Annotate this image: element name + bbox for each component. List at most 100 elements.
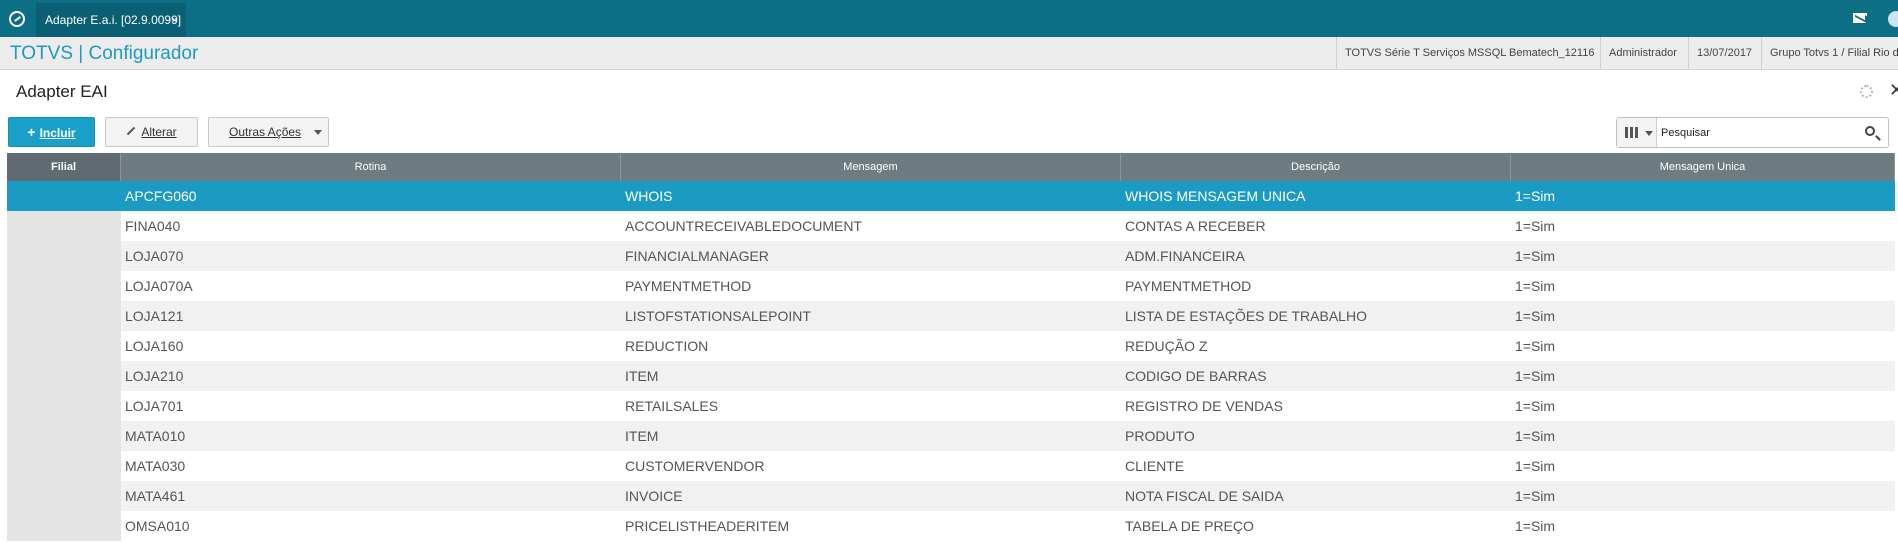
cell-mensagem-unica: 1=Sim: [1515, 278, 1556, 294]
cell-descricao: WHOIS MENSAGEM UNICA: [1125, 188, 1306, 204]
cell-filial: [7, 391, 121, 421]
incluir-label: Incluir: [39, 126, 76, 140]
cell-descricao: PRODUTO: [1125, 428, 1195, 444]
cell-filial: [7, 421, 121, 451]
cell-rotina: FINA040: [125, 218, 181, 234]
cell-mensagem-unica: 1=Sim: [1515, 488, 1556, 504]
cell-filial: [7, 481, 121, 511]
outras-acoes-button[interactable]: Outras Ações: [208, 117, 329, 147]
table-row[interactable]: LOJA121 LISTOFSTATIONSALEPOINT LISTA DE ES…: [7, 301, 1895, 331]
cell-descricao: REDUÇÃO Z: [1125, 338, 1208, 354]
cell-filial: [7, 271, 121, 301]
pencil-icon: [127, 126, 136, 136]
cell-filial: [7, 361, 121, 391]
cell-rotina: LOJA210: [125, 368, 184, 384]
cell-filial: [7, 301, 121, 331]
column-header-mensagem[interactable]: Mensagem: [621, 153, 1121, 181]
table-row[interactable]: LOJA701 RETAILSALES REGISTRO DE VENDAS 1=Si…: [7, 391, 1895, 421]
cell-mensagem-unica: 1=Sim: [1515, 188, 1556, 204]
table-row[interactable]: MATA010 ITEM PRODUTO 1=Sim: [7, 421, 1895, 451]
cell-filial: [7, 181, 121, 211]
incluir-button[interactable]: + Incluir: [8, 117, 95, 147]
cell-rotina: MATA010: [125, 428, 186, 444]
cell-rotina: LOJA070A: [125, 278, 193, 294]
cell-mensagem: LISTOFSTATIONSALEPOINT: [625, 308, 811, 324]
cell-descricao: CLIENTE: [1125, 458, 1185, 474]
table-row[interactable]: LOJA070A PAYMENTMETHOD PAYMENTMETHOD 1=Sim: [7, 271, 1895, 301]
cell-descricao: REGISTRO DE VENDAS: [1125, 398, 1283, 414]
cell-mensagem-unica: 1=Sim: [1515, 518, 1556, 534]
app-logo-icon[interactable]: [9, 11, 25, 27]
gear-icon[interactable]: [1860, 85, 1873, 98]
close-icon[interactable]: ×: [171, 3, 178, 37]
column-header-mensagem-unica[interactable]: Mensagem Unica: [1511, 153, 1895, 181]
table-header: Filial Rotina Mensagem Descrição Mensage…: [7, 153, 1895, 181]
cell-mensagem-unica: 1=Sim: [1515, 458, 1556, 474]
cell-filial: [7, 331, 121, 361]
cell-descricao: CONTAS A RECEBER: [1125, 218, 1266, 234]
cell-rotina: MATA030: [125, 458, 186, 474]
mail-icon[interactable]: [1853, 13, 1867, 23]
cell-mensagem-unica: 1=Sim: [1515, 338, 1556, 354]
chevron-down-icon: [1645, 131, 1653, 136]
app-header: TOTVS | Configurador TOTVS Série T Servi…: [0, 37, 1898, 70]
cell-mensagem: RETAILSALES: [625, 398, 719, 414]
cell-rotina: OMSA010: [125, 518, 190, 534]
cell-filial: [7, 511, 121, 541]
data-table: Filial Rotina Mensagem Descrição Mensage…: [7, 153, 1895, 541]
search-box: [1616, 117, 1889, 148]
user-info: Administrador: [1600, 37, 1685, 70]
cell-rotina: MATA461: [125, 488, 186, 504]
cell-filial: [7, 451, 121, 481]
cell-filial: [7, 211, 121, 241]
close-window-icon[interactable]: ✕: [1889, 80, 1898, 101]
cell-mensagem: PRICELISTHEADERITEM: [625, 518, 790, 534]
cell-mensagem-unica: 1=Sim: [1515, 248, 1556, 264]
cell-descricao: PAYMENTMETHOD: [1125, 278, 1252, 294]
cell-mensagem-unica: 1=Sim: [1515, 218, 1556, 234]
column-header-rotina[interactable]: Rotina: [121, 153, 621, 181]
cell-descricao: CODIGO DE BARRAS: [1125, 368, 1267, 384]
chevron-down-icon: [314, 130, 322, 135]
table-row[interactable]: LOJA160 REDUCTION REDUÇÃO Z 1=Sim: [7, 331, 1895, 361]
table-row[interactable]: OMSA010 PRICELISTHEADERITEM TABELA DE PREÇ…: [7, 511, 1895, 541]
cell-rotina: LOJA701: [125, 398, 184, 414]
table-row[interactable]: MATA461 INVOICE NOTA FISCAL DE SAIDA 1=Sim: [7, 481, 1895, 511]
search-input[interactable]: [1661, 118, 1851, 147]
table-row[interactable]: APCFG060 WHOIS WHOIS MENSAGEM UNICA 1=Sim: [7, 181, 1895, 211]
table-row[interactable]: MATA030 CUSTOMERVENDOR CLIENTE 1=Sim: [7, 451, 1895, 481]
table-row[interactable]: LOJA210 ITEM CODIGO DE BARRAS 1=Sim: [7, 361, 1895, 391]
table-row[interactable]: LOJA070 FINANCIALMANAGER ADM.FINANCEIRA 1=S…: [7, 241, 1895, 271]
cell-descricao: LISTA DE ESTAÇÕES DE TRABALHO: [1125, 308, 1367, 324]
cell-mensagem: ACCOUNTRECEIVABLEDOCUMENT: [625, 218, 862, 234]
column-header-filial[interactable]: Filial: [7, 153, 121, 181]
server-info: TOTVS Série T Serviços MSSQL Bematech_12…: [1336, 37, 1602, 70]
columns-icon: [1625, 127, 1638, 138]
column-header-descricao[interactable]: Descrição: [1121, 153, 1511, 181]
company-info: Grupo Totvs 1 / Filial Rio de: [1761, 37, 1898, 70]
cell-mensagem-unica: 1=Sim: [1515, 368, 1556, 384]
user-icon[interactable]: [1888, 11, 1898, 27]
window-bar: Adapter E.a.i. [02.9.0099] ×: [0, 0, 1898, 37]
cell-mensagem: PAYMENTMETHOD: [625, 278, 752, 294]
alterar-button[interactable]: Alterar: [105, 117, 198, 147]
table-body: APCFG060 WHOIS WHOIS MENSAGEM UNICA 1=Sim FI…: [7, 181, 1895, 541]
search-icon[interactable]: [1865, 126, 1875, 136]
tab-adapter-eai[interactable]: Adapter E.a.i. [02.9.0099] ×: [36, 3, 186, 37]
cell-descricao: TABELA DE PREÇO: [1125, 518, 1254, 534]
cell-rotina: LOJA070: [125, 248, 184, 264]
cell-descricao: NOTA FISCAL DE SAIDA: [1125, 488, 1284, 504]
table-row[interactable]: FINA040 ACCOUNTRECEIVABLEDOCUMENT CONTAS A…: [7, 211, 1895, 241]
cell-mensagem-unica: 1=Sim: [1515, 308, 1556, 324]
cell-descricao: ADM.FINANCEIRA: [1125, 248, 1245, 264]
columns-button[interactable]: [1617, 118, 1657, 147]
cell-mensagem-unica: 1=Sim: [1515, 428, 1556, 444]
cell-mensagem: WHOIS: [625, 188, 673, 204]
outras-acoes-label: Outras Ações: [229, 125, 302, 139]
cell-mensagem: REDUCTION: [625, 338, 709, 354]
cell-rotina: LOJA121: [125, 308, 184, 324]
cell-mensagem: ITEM: [625, 428, 659, 444]
plus-icon: +: [27, 124, 36, 140]
alterar-label: Alterar: [141, 125, 177, 139]
cell-rotina: APCFG060: [125, 188, 197, 204]
